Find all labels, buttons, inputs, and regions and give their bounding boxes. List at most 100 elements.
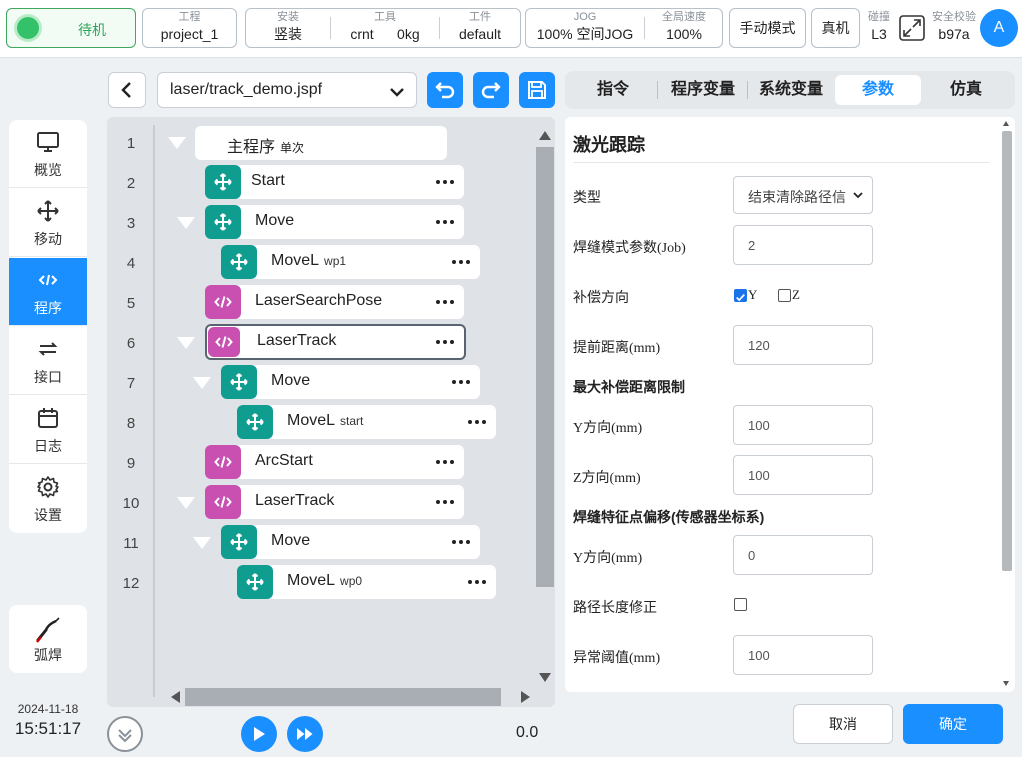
save-button[interactable] bbox=[519, 72, 555, 108]
tab-system-variables[interactable]: 系统变量 bbox=[749, 75, 833, 105]
more-options-icon[interactable] bbox=[436, 460, 454, 464]
project-value: project_1 bbox=[160, 26, 219, 42]
scrollbar-thumb[interactable] bbox=[1002, 131, 1012, 571]
top-status-bar: 待机 工程 project_1 安装 竖装 工具 crnt 0kg 工件 def… bbox=[0, 0, 1022, 58]
divider bbox=[573, 162, 989, 163]
sidebar-item-settings[interactable]: 设置 bbox=[9, 465, 87, 533]
sidebar-item-arc-welding[interactable]: 弧焊 bbox=[9, 605, 87, 673]
more-options-icon[interactable] bbox=[436, 180, 454, 184]
scroll-left-icon[interactable] bbox=[171, 691, 180, 703]
advance-distance-input[interactable]: 120 bbox=[733, 325, 873, 365]
more-options-icon[interactable] bbox=[436, 220, 454, 224]
scroll-up-icon[interactable] bbox=[1003, 121, 1009, 126]
parameters-scrollbar[interactable] bbox=[999, 117, 1013, 692]
sidebar-item-label: 接口 bbox=[34, 369, 62, 385]
program-node-start[interactable]: Start bbox=[205, 165, 464, 199]
confirm-button[interactable]: 确定 bbox=[903, 704, 1003, 744]
chevron-down-icon bbox=[118, 729, 132, 743]
cancel-button[interactable]: 取消 bbox=[793, 704, 893, 744]
tab-simulation[interactable]: 仿真 bbox=[925, 75, 1007, 105]
program-tree[interactable]: 1 2 3 4 5 6 7 8 9 10 11 12 主程序 单次 Start M… bbox=[107, 117, 555, 707]
back-button[interactable] bbox=[108, 72, 146, 108]
current-time: 15:51:17 bbox=[14, 719, 82, 738]
robot-status-indicator[interactable]: 待机 bbox=[6, 8, 136, 48]
scroll-down-icon[interactable] bbox=[1003, 681, 1009, 686]
program-node-laser-track[interactable]: LaserTrack bbox=[205, 485, 464, 519]
path-length-correction-checkbox[interactable] bbox=[734, 598, 747, 611]
real-robot-button[interactable]: 真机 bbox=[811, 8, 860, 48]
main-program-node[interactable]: 主程序 单次 bbox=[195, 126, 447, 160]
more-options-icon[interactable] bbox=[452, 260, 470, 264]
collapse-toggle-icon[interactable] bbox=[177, 337, 195, 349]
node-argument: wp0 bbox=[340, 574, 363, 588]
program-file-select[interactable]: laser/track_demo.jspf bbox=[157, 72, 417, 108]
sidebar-item-overview[interactable]: 概览 bbox=[9, 120, 87, 188]
undo-button[interactable] bbox=[427, 72, 463, 108]
jog-value: 100% 空间JOG bbox=[526, 24, 644, 44]
step-forward-button[interactable] bbox=[287, 716, 323, 752]
scroll-right-icon[interactable] bbox=[521, 691, 530, 703]
program-node-move[interactable]: Move bbox=[221, 525, 480, 559]
more-options-icon[interactable] bbox=[468, 420, 486, 424]
scroll-up-icon[interactable] bbox=[539, 131, 551, 140]
program-node-arc-start[interactable]: ArcStart bbox=[205, 445, 464, 479]
type-select[interactable]: 结束清除路径信 bbox=[733, 176, 873, 214]
global-speed-cell[interactable]: 全局速度 100% bbox=[645, 9, 723, 47]
program-node-move[interactable]: Move bbox=[205, 205, 464, 239]
install-cell[interactable]: 安装 竖装 bbox=[246, 9, 330, 47]
collapse-toggle-icon[interactable] bbox=[193, 537, 211, 549]
scrollbar-thumb[interactable] bbox=[536, 147, 554, 587]
collapse-toggle-icon[interactable] bbox=[193, 377, 211, 389]
manual-mode-button[interactable]: 手动模式 bbox=[729, 8, 806, 48]
program-vertical-scrollbar[interactable] bbox=[535, 127, 555, 687]
play-button[interactable] bbox=[241, 716, 277, 752]
compensation-z-checkbox[interactable] bbox=[778, 289, 791, 302]
expand-icon[interactable] bbox=[898, 14, 926, 42]
abnormal-threshold-input[interactable]: 100 bbox=[733, 635, 873, 675]
more-options-icon[interactable] bbox=[436, 340, 454, 344]
max-y-input[interactable]: 100 bbox=[733, 405, 873, 445]
tab-commands[interactable]: 指令 bbox=[573, 75, 653, 105]
collapse-toggle-icon[interactable] bbox=[177, 217, 195, 229]
user-avatar[interactable]: A bbox=[980, 9, 1018, 47]
more-options-icon[interactable] bbox=[452, 380, 470, 384]
tool-cell[interactable]: 工具 crnt 0kg bbox=[331, 9, 439, 47]
sidebar-item-interface[interactable]: 接口 bbox=[9, 327, 87, 395]
max-z-input[interactable]: 100 bbox=[733, 455, 873, 495]
job-input[interactable]: 2 bbox=[733, 225, 873, 265]
more-options-icon[interactable] bbox=[436, 500, 454, 504]
collapse-all-button[interactable] bbox=[107, 716, 143, 752]
more-options-icon[interactable] bbox=[436, 300, 454, 304]
more-options-icon[interactable] bbox=[452, 540, 470, 544]
collapse-toggle-icon[interactable] bbox=[168, 137, 186, 149]
offset-y-input[interactable]: 0 bbox=[733, 535, 873, 575]
scrollbar-thumb[interactable] bbox=[185, 688, 501, 706]
redo-button[interactable] bbox=[473, 72, 509, 108]
collision-level[interactable]: 碰撞 L3 bbox=[863, 8, 895, 48]
program-node-move[interactable]: Move bbox=[221, 365, 480, 399]
tab-parameters[interactable]: 参数 bbox=[835, 75, 921, 105]
program-node-movel[interactable]: MoveL start bbox=[237, 405, 496, 439]
more-options-icon[interactable] bbox=[468, 580, 486, 584]
collapse-toggle-icon[interactable] bbox=[177, 497, 195, 509]
scroll-down-icon[interactable] bbox=[539, 673, 551, 682]
sidebar-item-program[interactable]: 程序 bbox=[9, 258, 87, 326]
program-horizontal-scrollbar[interactable] bbox=[167, 687, 535, 707]
install-tool-workpiece-group[interactable]: 安装 竖装 工具 crnt 0kg 工件 default bbox=[245, 8, 521, 48]
sidebar-item-move[interactable]: 移动 bbox=[9, 189, 87, 257]
sidebar-item-log[interactable]: 日志 bbox=[9, 396, 87, 464]
jog-speed-group[interactable]: JOG 100% 空间JOG 全局速度 100% bbox=[525, 8, 723, 48]
jog-cell[interactable]: JOG 100% 空间JOG bbox=[526, 9, 644, 47]
line-number: 7 bbox=[126, 375, 136, 392]
compensation-y-checkbox[interactable] bbox=[734, 289, 747, 302]
program-node-laser-track-selected[interactable]: LaserTrack bbox=[205, 324, 466, 360]
workpiece-cell[interactable]: 工件 default bbox=[440, 9, 520, 47]
tab-program-variables[interactable]: 程序变量 bbox=[661, 75, 745, 105]
node-type-badge bbox=[205, 165, 241, 199]
program-node-movel[interactable]: MoveL wp1 bbox=[221, 245, 480, 279]
program-node-movel[interactable]: MoveL wp0 bbox=[237, 565, 496, 599]
node-type-badge bbox=[205, 285, 241, 319]
project-selector[interactable]: 工程 project_1 bbox=[142, 8, 237, 48]
sidebar-item-label: 弧焊 bbox=[34, 647, 62, 663]
program-node-laser-search-pose[interactable]: LaserSearchPose bbox=[205, 285, 464, 319]
